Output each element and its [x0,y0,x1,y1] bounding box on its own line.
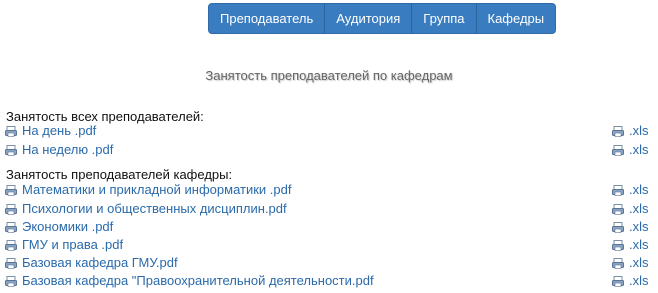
pdf-link-economics[interactable]: Экономики .pdf [5,218,113,236]
tab-departments[interactable]: Кафедры [477,4,556,33]
document-icon [5,221,17,233]
page-title: Занятость преподавателей по кафедрам [205,68,453,83]
document-icon [612,239,624,251]
xls-link-economics[interactable]: .xls [612,218,649,236]
document-icon [612,144,624,156]
pdf-link-base-gmu[interactable]: Базовая кафедра ГМУ.pdf [5,254,178,272]
xls-link-base-law-enforcement[interactable]: .xls [612,272,649,290]
document-icon [612,125,624,137]
pdf-link-label: Базовая кафедра "Правоохранительной деят… [22,273,374,288]
tab-group[interactable]: Группа [412,4,477,33]
document-icon [612,203,624,215]
xls-link-label: .xls [629,201,649,216]
list-item: Математики и прикладной информатики .pdf… [0,181,658,199]
document-icon [5,275,17,287]
document-icon [612,257,624,269]
document-icon [5,144,17,156]
xls-link-day[interactable]: .xls [612,122,649,140]
xls-link-label: .xls [629,219,649,234]
xls-link-psychology[interactable]: .xls [612,200,649,218]
list-item: Психологии и общественных дисциплин.pdf … [0,200,658,218]
xls-link-label: .xls [629,255,649,270]
list-item: ГМУ и права .pdf .xls [0,236,658,254]
xls-link-label: .xls [629,273,649,288]
list-item: Базовая кафедра ГМУ.pdf .xls [0,254,658,272]
pdf-link-math[interactable]: Математики и прикладной информатики .pdf [5,181,291,199]
pdf-link-label: Базовая кафедра ГМУ.pdf [22,255,178,270]
document-icon [612,221,624,233]
pdf-link-label: На день .pdf [22,123,97,138]
document-icon [5,184,17,196]
document-icon [5,203,17,215]
list-item: На неделю .pdf .xls [0,141,658,159]
document-icon [612,275,624,287]
xls-link-base-gmu[interactable]: .xls [612,254,649,272]
list-item: Базовая кафедра "Правоохранительной деят… [0,272,658,290]
pdf-link-gmu-law[interactable]: ГМУ и права .pdf [5,236,123,254]
xls-link-gmu-law[interactable]: .xls [612,236,649,254]
list-item: Экономики .pdf .xls [0,218,658,236]
list-item: На день .pdf .xls [0,122,658,140]
pdf-link-day[interactable]: На день .pdf [5,122,96,140]
nav-tab-bar: Преподаватель Аудитория Группа Кафедры [208,3,557,34]
pdf-link-base-law-enforcement[interactable]: Базовая кафедра "Правоохранительной деят… [5,272,374,290]
xls-link-week[interactable]: .xls [612,141,649,159]
pdf-link-label: На неделю .pdf [22,142,114,157]
xls-link-label: .xls [629,182,649,197]
pdf-link-psychology[interactable]: Психологии и общественных дисциплин.pdf [5,200,287,218]
xls-link-label: .xls [629,123,649,138]
document-icon [5,125,17,137]
document-icon [5,239,17,251]
xls-link-math[interactable]: .xls [612,181,649,199]
pdf-link-label: Математики и прикладной информатики .pdf [22,182,292,197]
pdf-link-label: Психологии и общественных дисциплин.pdf [22,201,287,216]
xls-link-label: .xls [629,142,649,157]
pdf-link-label: Экономики .pdf [22,219,114,234]
document-icon [612,184,624,196]
tab-teacher[interactable]: Преподаватель [209,4,326,33]
tab-classroom[interactable]: Аудитория [325,4,413,33]
document-icon [5,257,17,269]
pdf-link-week[interactable]: На неделю .pdf [5,141,113,159]
pdf-link-label: ГМУ и права .pdf [22,237,124,252]
xls-link-label: .xls [629,237,649,252]
